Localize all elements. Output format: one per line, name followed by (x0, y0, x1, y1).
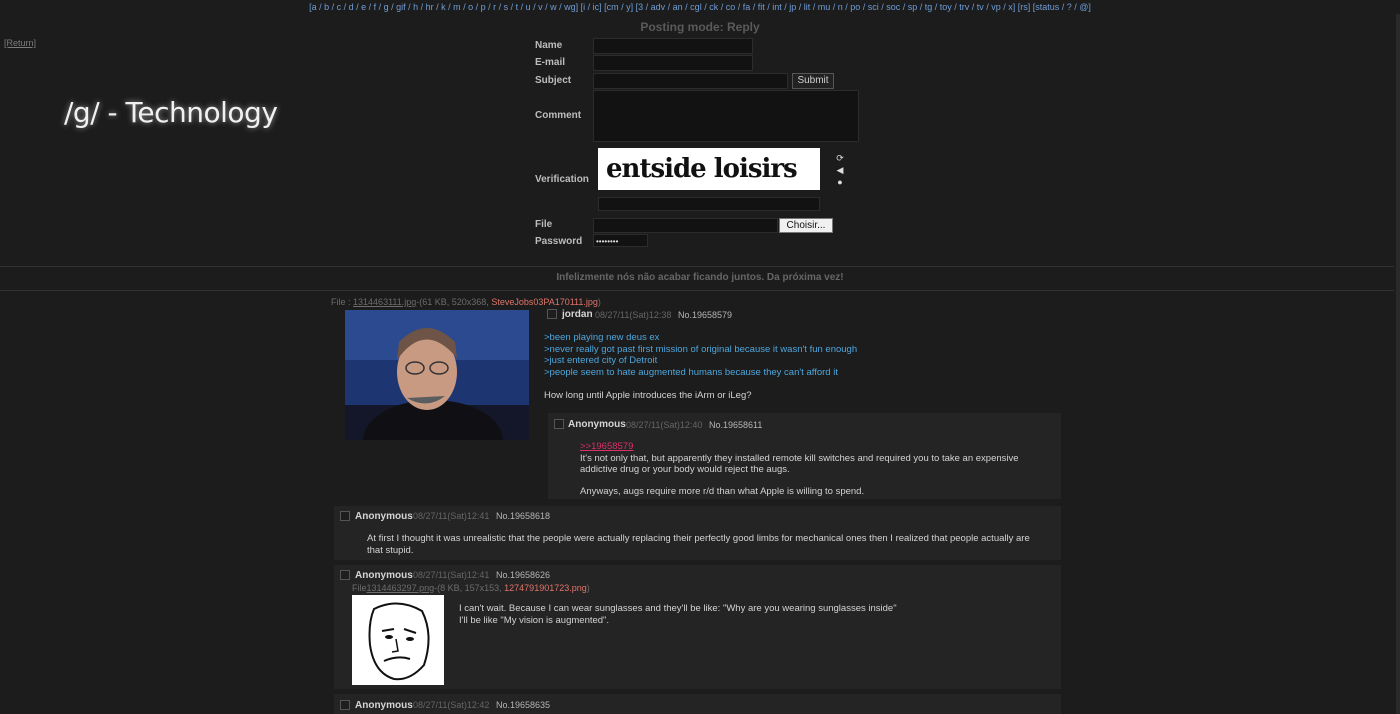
reload-icon[interactable]: ⟳ (834, 152, 846, 164)
file-label: File (535, 219, 553, 230)
file-original-name: 1274791901723.png (504, 583, 587, 593)
comment-line: that stupid. (367, 544, 414, 556)
comment-line: It's not only that, but apparently they … (580, 452, 1019, 464)
comment-line: I'll be like "My vision is augmented". (459, 614, 610, 626)
posting-mode-label: Posting mode: Reply (640, 20, 760, 34)
post-date: 08/27/11(Sat)12:40 (626, 420, 703, 430)
post-checkbox[interactable] (547, 309, 557, 319)
board-nav[interactable]: [a / b / c / d / e / f / g / gif / h / h… (0, 0, 1400, 14)
email-field[interactable] (593, 55, 753, 71)
rage-face-drawing (352, 595, 444, 685)
post-date: 08/27/11(Sat)12:41 (413, 511, 490, 521)
poster-name: jordan (562, 309, 593, 320)
name-label: Name (535, 40, 563, 51)
post-number[interactable]: No.19658626 (496, 570, 550, 580)
choose-file-button[interactable]: Choisir... (779, 218, 833, 233)
greentext-line: >been playing new deus ex (544, 332, 660, 343)
post-number[interactable]: No.19658635 (496, 700, 550, 710)
captcha-image: entside loisirs (598, 148, 820, 190)
email-label: E-mail (535, 57, 566, 68)
reply-file-info: File1314463297.png-(8 KB, 157x153, 12747… (352, 583, 590, 593)
password-label: Password (535, 236, 583, 247)
poster-name: Anonymous (355, 570, 413, 581)
post-checkbox[interactable] (554, 419, 564, 429)
comment-field[interactable] (593, 90, 859, 142)
file-link[interactable]: 1314463297.png (367, 583, 435, 593)
password-field[interactable]: •••••••• (593, 234, 648, 247)
audio-icon[interactable]: ◀ (834, 164, 846, 176)
board-title: /g/ - Technology (64, 96, 278, 129)
greentext-line: >never really got past first mission of … (544, 343, 858, 355)
poster-name: Anonymous (568, 419, 626, 430)
subject-label: Subject (535, 75, 572, 86)
post-number[interactable]: No.19658618 (496, 511, 550, 521)
file-meta: -(61 KB, 520x368, (416, 297, 489, 307)
file-link[interactable]: 1314463111.jpg (353, 297, 416, 307)
file-suffix: ) (597, 297, 601, 307)
post-date: 08/27/11(Sat)12:42 (413, 700, 490, 710)
captcha-input[interactable] (598, 197, 820, 211)
divider (0, 290, 1394, 291)
file-meta: -(8 KB, 157x153, (434, 583, 502, 593)
file-original-name: SteveJobs03PA170111.jpg (491, 297, 598, 307)
post-checkbox[interactable] (340, 570, 350, 580)
comment-line: Anyways, augs require more r/d than what… (580, 485, 865, 497)
scrollbar[interactable] (1396, 14, 1400, 714)
post-date: 08/27/11(Sat)12:41 (413, 570, 490, 580)
greentext-line: >just entered city of Detroit (544, 355, 658, 366)
comment-label: Comment (535, 110, 582, 121)
quote-link[interactable]: >>19658579 (580, 441, 1050, 453)
portrait-photo (345, 310, 529, 440)
post-checkbox[interactable] (340, 700, 350, 710)
reply-comment: At first I thought it was unrealistic th… (367, 533, 1052, 556)
divider (0, 266, 1394, 267)
poster-name: Anonymous (355, 700, 413, 711)
file-field[interactable] (593, 218, 778, 233)
file-prefix: File : (331, 297, 351, 307)
comment-line: I can't wait. Because I can wear sunglas… (459, 603, 897, 614)
subject-field[interactable] (593, 73, 788, 89)
file-suffix: ) (586, 583, 590, 593)
op-comment: >been playing new deus ex >never really … (544, 332, 1064, 402)
announcement: Infelizmente nós não acabar ficando junt… (556, 272, 844, 283)
comment-line: addictive drug or your body would reject… (580, 464, 790, 475)
op-file-info: File : 1314463111.jpg-(61 KB, 520x368, S… (331, 297, 601, 307)
return-link[interactable]: [Return] (4, 38, 36, 48)
board-nav-links[interactable]: [a / b / c / d / e / f / g / gif / h / h… (309, 2, 1091, 12)
file-prefix: File (352, 583, 367, 593)
help-icon[interactable]: ● (834, 176, 846, 188)
reply-image[interactable] (352, 595, 444, 685)
captcha-controls: ⟳ ◀ ● (834, 152, 846, 188)
comment-text: How long until Apple introduces the iArm… (544, 390, 752, 401)
greentext-line: >people seem to hate augmented humans be… (544, 366, 838, 378)
name-field[interactable] (593, 38, 753, 54)
post-checkbox[interactable] (340, 511, 350, 521)
reply-comment: >>19658579 It's not only that, but appar… (580, 441, 1050, 497)
post-number[interactable]: No.19658611 (709, 420, 762, 430)
submit-button[interactable]: Submit (792, 73, 834, 89)
poster-name: Anonymous (355, 511, 413, 522)
comment-line: At first I thought it was unrealistic th… (367, 533, 1030, 544)
post-number[interactable]: No.19658579 (678, 310, 732, 320)
op-image[interactable] (345, 310, 529, 440)
verification-label: Verification (535, 174, 589, 185)
post-date: 08/27/11(Sat)12:38 (595, 310, 672, 320)
reply-comment: I can't wait. Because I can wear sunglas… (459, 603, 1049, 626)
